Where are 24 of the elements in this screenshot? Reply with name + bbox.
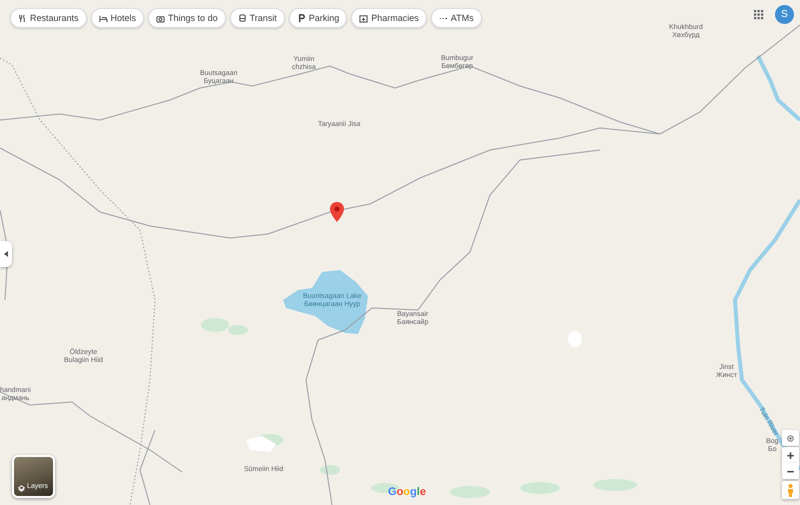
location-pin-icon[interactable] (330, 202, 344, 222)
side-panel-toggle[interactable] (0, 241, 12, 267)
category-chip[interactable]: Parking (288, 8, 348, 28)
collapse-arrow-icon (4, 251, 8, 257)
my-location-button[interactable] (782, 430, 799, 446)
category-chip[interactable]: ATMs (430, 8, 482, 28)
category-chip[interactable]: Transit (230, 8, 285, 28)
zoom-in-button[interactable]: + (782, 447, 799, 463)
layers-icon (18, 485, 25, 492)
category-chip[interactable]: Things to do (148, 8, 226, 28)
transit-icon (238, 14, 247, 22)
parking-icon (296, 14, 306, 22)
zoom-out-button[interactable]: − (782, 463, 799, 479)
category-chip[interactable]: Pharmacies (351, 8, 427, 28)
pharmacy-icon (359, 14, 368, 22)
target-icon (786, 434, 795, 442)
google-logo: Google (388, 485, 426, 500)
hotels-icon (98, 14, 108, 22)
category-chip[interactable]: Hotels (90, 8, 144, 28)
camera-icon (156, 14, 166, 22)
restaurants-icon (18, 14, 27, 22)
category-chip[interactable]: Restaurants (10, 8, 87, 28)
pegman-icon (787, 484, 794, 496)
apps-grid-icon[interactable] (754, 10, 764, 20)
